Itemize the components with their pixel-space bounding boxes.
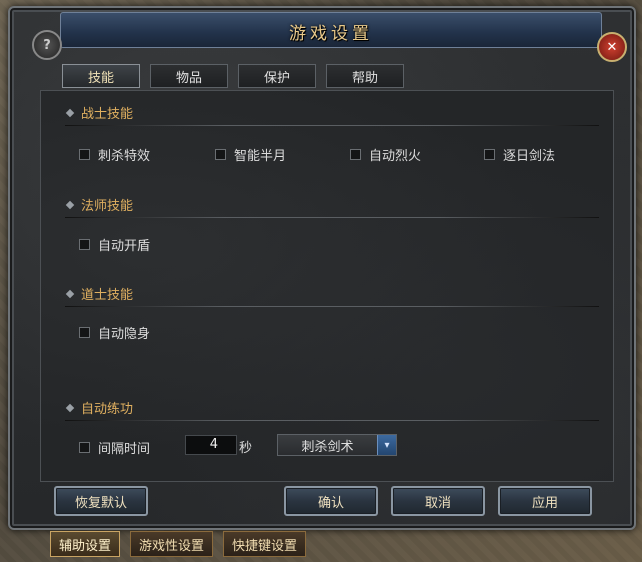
tab-assist-settings[interactable]: 辅助设置 <box>50 531 121 557</box>
checkbox[interactable] <box>484 149 495 160</box>
selected-skill: 刺杀剑术 <box>301 439 354 455</box>
option-auto-fire[interactable]: 自动烈火 <box>350 145 421 164</box>
option-sun-chaser-sword[interactable]: 逐日剑法 <box>484 145 555 164</box>
interval-input[interactable]: 4 <box>185 435 237 455</box>
apply-button[interactable]: 应用 <box>498 486 592 516</box>
cancel-button[interactable]: 取消 <box>391 486 485 516</box>
diamond-icon <box>65 200 75 209</box>
title-bar: 游戏设置 <box>60 12 602 48</box>
tab-hotkey-settings[interactable]: 快捷键设置 <box>223 531 307 557</box>
checkbox[interactable] <box>79 149 90 160</box>
checkbox[interactable] <box>79 327 90 338</box>
bottom-tabs: 辅助设置 游戏性设置 快捷键设置 <box>50 531 307 557</box>
close-icon[interactable]: ✕ <box>597 32 627 62</box>
diamond-icon <box>65 403 75 412</box>
divider <box>65 217 599 218</box>
divider <box>65 125 599 126</box>
confirm-button[interactable]: 确认 <box>284 486 378 516</box>
warrior-section-title: 战士技能 <box>65 103 133 122</box>
practice-section-title: 自动练功 <box>65 398 133 417</box>
mage-section-title: 法师技能 <box>65 195 133 214</box>
diamond-icon <box>65 289 75 298</box>
tab-skills[interactable]: 技能 <box>62 64 140 88</box>
option-smart-half-moon[interactable]: 智能半月 <box>215 145 286 164</box>
tab-protection[interactable]: 保护 <box>238 64 316 88</box>
settings-tabs: 技能 物品 保护 帮助 <box>62 64 404 88</box>
tab-gameplay-settings[interactable]: 游戏性设置 <box>130 531 214 557</box>
option-auto-shield[interactable]: 自动开盾 <box>79 235 150 254</box>
interval-unit: 秒 <box>239 441 253 456</box>
skills-panel: 战士技能 刺杀特效 智能半月 自动烈火 逐日剑法 法师技能 自动开盾 道士技能 … <box>40 90 614 482</box>
checkbox[interactable] <box>79 239 90 250</box>
divider <box>65 420 599 421</box>
reset-default-button[interactable]: 恢复默认 <box>54 486 148 516</box>
divider <box>65 306 599 307</box>
option-interval[interactable]: 间隔时间 <box>79 438 150 457</box>
checkbox[interactable] <box>215 149 226 160</box>
checkbox[interactable] <box>350 149 361 160</box>
tab-help[interactable]: 帮助 <box>326 64 404 88</box>
help-icon[interactable]: ? <box>32 30 62 60</box>
diamond-icon <box>65 108 75 117</box>
taoist-section-title: 道士技能 <box>65 284 133 303</box>
window-title: 游戏设置 <box>289 24 373 44</box>
chevron-down-icon[interactable]: ▾ <box>377 435 396 455</box>
option-auto-invisibility[interactable]: 自动隐身 <box>79 323 150 342</box>
practice-skill-select[interactable]: 刺杀剑术 ▾ <box>277 434 397 456</box>
option-stab-effect[interactable]: 刺杀特效 <box>79 145 150 164</box>
settings-window: 游戏设置 ? ✕ 技能 物品 保护 帮助 战士技能 刺杀特效 智能半月 自动烈火… <box>8 6 636 530</box>
checkbox[interactable] <box>79 442 90 453</box>
tab-items[interactable]: 物品 <box>150 64 228 88</box>
